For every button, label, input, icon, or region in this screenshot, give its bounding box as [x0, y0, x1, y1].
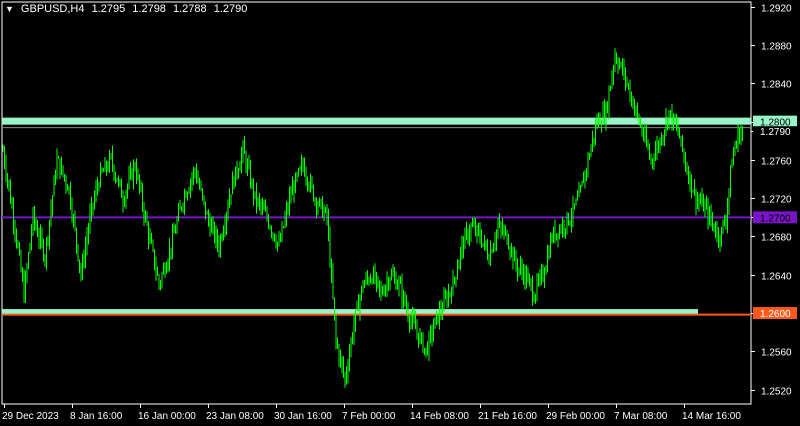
- symbol-header: ▼ GBPUSD,H4 1.2795 1.2798 1.2788 1.2790: [5, 2, 247, 16]
- price-tag-label: 1.2600: [760, 309, 791, 320]
- open-price: 1.2795: [91, 3, 126, 15]
- price-tag-label: 1.2700: [760, 213, 791, 224]
- low-price: 1.2788: [173, 3, 207, 15]
- x-tick-label: 7 Mar 08:00: [614, 411, 668, 422]
- close-price: 1.2790: [213, 3, 248, 15]
- x-tick-label: 14 Feb 08:00: [410, 411, 469, 422]
- plot-frame: [1, 1, 752, 405]
- current-price-label: 1.2790: [760, 127, 791, 138]
- x-tick-label: 16 Jan 00:00: [138, 411, 196, 422]
- x-tick-label: 29 Feb 00:00: [546, 411, 605, 422]
- y-tick-label: 1.2560: [761, 348, 792, 359]
- x-tick-label: 21 Feb 16:00: [478, 411, 537, 422]
- triangle-down-icon[interactable]: ▼: [5, 4, 14, 14]
- y-tick-label: 1.2760: [761, 157, 792, 168]
- price-chart[interactable]: 1.29201.28801.28401.28001.27901.27601.27…: [0, 0, 800, 426]
- x-tick-label: 30 Jan 16:00: [274, 411, 332, 422]
- y-tick-label: 1.2720: [761, 195, 792, 206]
- x-tick-label: 7 Feb 00:00: [342, 411, 396, 422]
- high-price: 1.2798: [132, 3, 166, 15]
- y-tick-label: 1.2920: [761, 4, 792, 15]
- x-tick-label: 29 Dec 2023: [2, 411, 59, 422]
- y-tick-label: 1.2880: [761, 42, 792, 53]
- symbol-label: GBPUSD,H4: [20, 3, 85, 15]
- x-tick-label: 23 Jan 08:00: [206, 411, 264, 422]
- y-tick-label: 1.2840: [761, 80, 792, 91]
- y-tick-label: 1.2680: [761, 233, 792, 244]
- x-tick-label: 8 Jan 16:00: [70, 411, 123, 422]
- support-band[interactable]: [2, 309, 698, 315]
- x-tick-label: 14 Mar 16:00: [682, 411, 741, 422]
- chart-window[interactable]: 1.29201.28801.28401.28001.27901.27601.27…: [0, 0, 800, 426]
- y-tick-label: 1.2640: [761, 272, 792, 283]
- y-tick-label: 1.2520: [761, 387, 792, 398]
